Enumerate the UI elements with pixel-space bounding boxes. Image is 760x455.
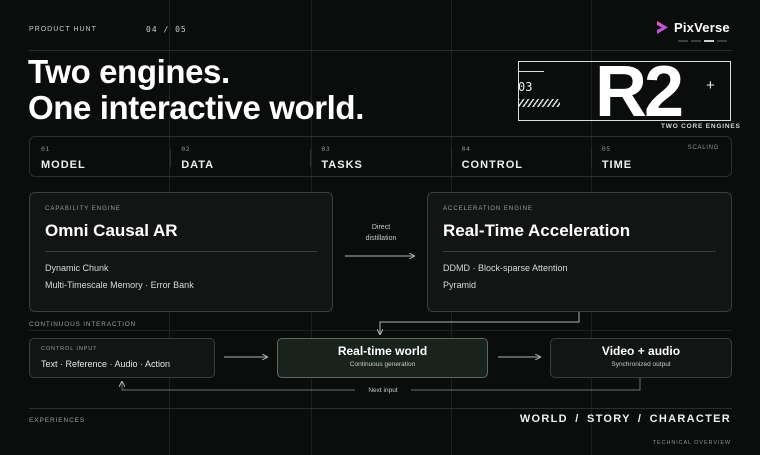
page-dot-active [704,40,714,42]
header-divider [29,50,732,51]
panel-tag: CAPABILITY ENGINE [45,206,121,212]
page-dot [678,40,688,42]
scaling-pillars: 01 MODEL 02 DATA 03 TASKS 04 CONTROL 05 … [29,136,732,177]
pillar-label: MODEL [41,159,86,171]
experiences-list: WORLD / STORY / CHARACTER [519,413,731,425]
pillar-data: 02 DATA [170,137,310,176]
pillar-label: DATA [181,159,215,171]
distillation-label-line: distillation [365,235,397,242]
realtime-world-title: Real-time world [337,344,428,358]
headline-line-1: Two engines. [28,53,230,90]
video-audio-title: Video + audio [601,344,681,358]
pillar-number: 01 [41,145,50,153]
panel-feature-line: Multi-Timescale Memory · Error Bank [45,280,194,290]
panel-feature-line: Dynamic Chunk [45,263,109,273]
pillar-label: TASKS [321,159,363,171]
panel-title: Real-Time Acceleration [443,221,631,240]
plus-icon: + [706,77,715,94]
page-headline: Two engines. One interactive world. [28,54,364,126]
technical-overview-label: TECHNICAL OVERVIEW [652,440,731,446]
panel-divider [443,251,716,252]
pixverse-logo-icon [657,21,668,34]
page-indicator [678,40,727,42]
page-dot [717,40,727,42]
pillar-label: TIME [601,159,633,171]
pillar-number: 04 [461,145,471,153]
continuous-interaction-label: CONTINUOUS INTERACTION [29,321,137,328]
r2-model-name: R2 [595,52,684,132]
video-audio-box: Video + audio Synchronized output [550,338,732,378]
section-divider [29,330,732,331]
footer-divider [29,408,732,409]
pillar-tasks: 03 TASKS [310,137,450,176]
panel-feature-line: DDMD · Block-sparse Attention [443,263,568,273]
acceleration-engine-panel: ACCELERATION ENGINE Real-Time Accelerati… [427,192,732,312]
pillar-time: 05 TIME SCALING [590,137,731,176]
r2-index: 03 [518,80,533,94]
pillar-number: 02 [181,145,191,153]
r2-hatch-pattern [518,99,560,107]
panel-divider [45,251,317,252]
panel-feature-line: Pyramid [443,280,477,290]
page-number: 04 / 05 [146,25,187,34]
experiences-label: EXPERIENCES [29,417,86,424]
r2-accent-line [518,71,544,72]
control-input-types: Text · Reference · Audio · Action [41,359,171,369]
pillar-label: CONTROL [461,159,523,171]
capability-engine-panel: CAPABILITY ENGINE Omni Causal AR Dynamic… [29,192,333,312]
pillar-control: 04 CONTROL [450,137,591,176]
pillar-model: 01 MODEL [30,137,170,176]
distillation-label-line: Direct [371,224,391,231]
distillation-label: Direct distillation [350,222,412,244]
control-input-tag: CONTROL INPUT [41,346,98,352]
panel-title: Omni Causal AR [45,221,178,240]
scaling-tag: SCALING [687,145,720,151]
realtime-world-box: Real-time world Continuous generation [277,338,488,378]
page-dot [691,40,701,42]
pixverse-logo[interactable]: PixVerse [656,20,730,35]
pillar-number: 03 [321,145,331,153]
control-input-box: CONTROL INPUT Text · Reference · Audio ·… [29,338,215,378]
r2-caption: TWO CORE ENGINES [661,123,741,130]
logo-wordmark: PixVerse [674,20,730,35]
headline-line-2: One interactive world. [28,89,364,126]
next-input-label: Next input [355,387,411,394]
video-audio-subtitle: Synchronized output [611,361,671,368]
realtime-world-subtitle: Continuous generation [349,361,416,368]
brand-tag: PRODUCT HUNT [29,26,97,33]
panel-tag: ACCELERATION ENGINE [443,206,533,212]
